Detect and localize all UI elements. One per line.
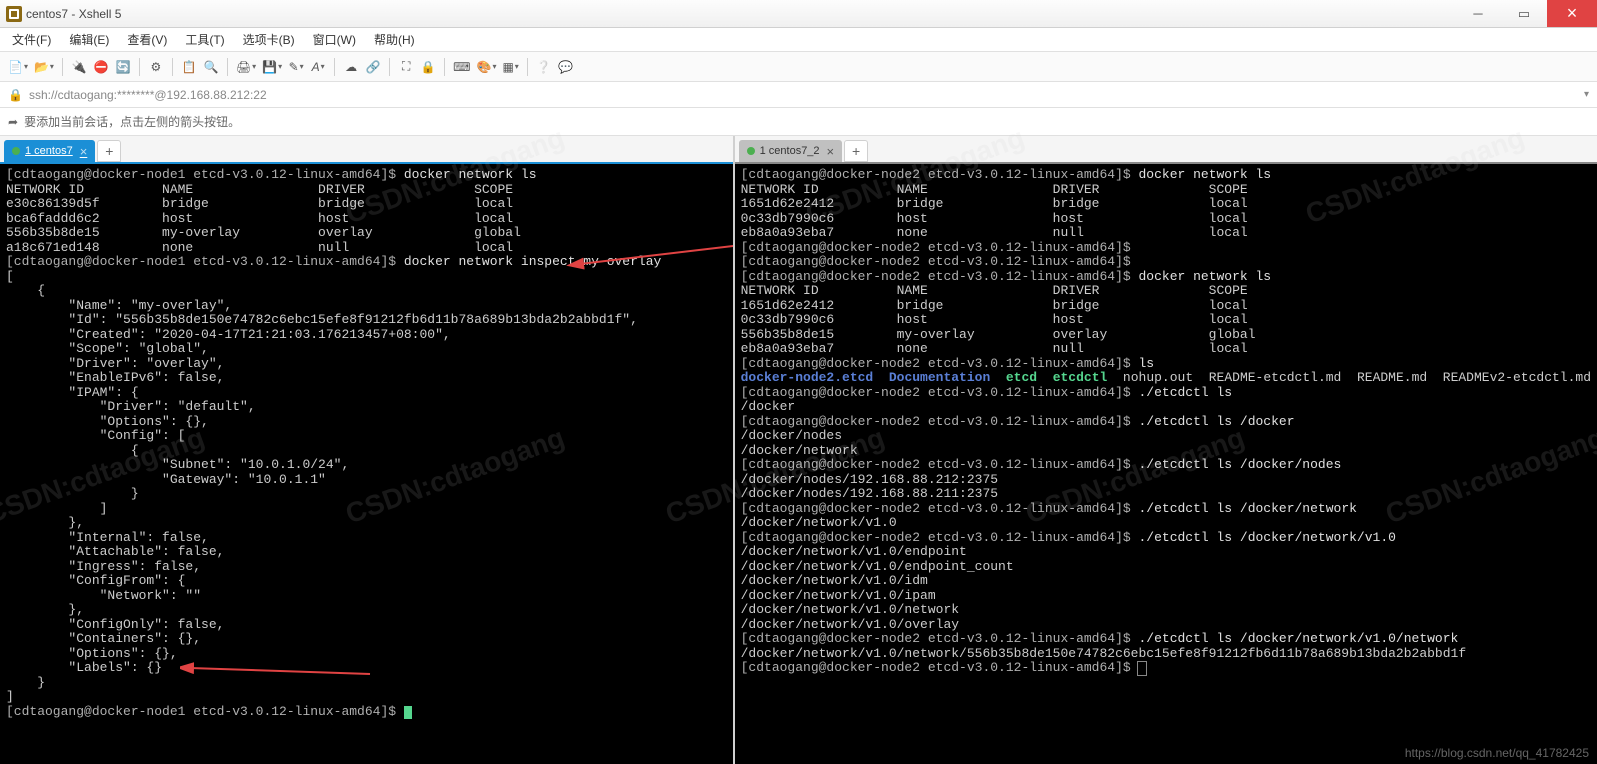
tab-close-icon[interactable]: × [80, 144, 88, 159]
properties-button[interactable]: ⚙ [146, 56, 166, 78]
address-dropdown[interactable]: ▾ [1584, 89, 1589, 100]
left-tab-strip: 1 centos7 × + [0, 136, 733, 162]
font-button[interactable]: A▾ [308, 56, 328, 78]
workspace: 1 centos7 × + [cdtaogang@docker-node1 et… [0, 136, 1597, 764]
find-button[interactable]: 🔍 [201, 56, 221, 78]
keyboard-button[interactable]: ⌨ [451, 56, 472, 78]
save-button[interactable]: 💾▾ [260, 56, 284, 78]
copy-button[interactable]: 📋 [179, 56, 199, 78]
window-title: centos7 - Xshell 5 [26, 7, 121, 21]
cursor [404, 706, 412, 719]
cursor [1138, 662, 1146, 675]
tab-label: 1 centos7_2 [760, 145, 820, 157]
link-button[interactable]: 🔗 [363, 56, 383, 78]
palette-button[interactable]: 🎨▾ [474, 56, 498, 78]
footer-attribution: https://blog.csdn.net/qq_41782425 [1405, 746, 1589, 760]
tab-close-icon[interactable]: × [827, 144, 835, 159]
layout-button[interactable]: ▦▾ [500, 56, 520, 78]
menu-tools[interactable]: 工具(T) [177, 29, 232, 50]
menu-bar: 文件(F) 编辑(E) 查看(V) 工具(T) 选项卡(B) 窗口(W) 帮助(… [0, 28, 1597, 52]
arrow-icon[interactable]: ➦ [8, 115, 18, 129]
right-terminal[interactable]: [cdtaogang@docker-node2 etcd-v3.0.12-lin… [735, 162, 1597, 764]
tab-centos7-2[interactable]: 1 centos7_2 × [739, 140, 843, 162]
right-pane: 1 centos7_2 × + [cdtaogang@docker-node2 … [735, 136, 1597, 764]
hint-bar: ➦ 要添加当前会话，点击左侧的箭头按钮。 [0, 108, 1597, 136]
menu-view[interactable]: 查看(V) [119, 29, 175, 50]
open-session-button[interactable]: 📂▾ [32, 56, 56, 78]
lock-button[interactable]: 🔒 [418, 56, 438, 78]
status-dot-icon [12, 147, 20, 155]
disconnect-button[interactable]: ⛔ [91, 56, 111, 78]
lock-icon: 🔒 [8, 88, 23, 102]
menu-window[interactable]: 窗口(W) [305, 29, 364, 50]
hint-text: 要添加当前会话，点击左侧的箭头按钮。 [24, 113, 240, 130]
app-icon [6, 6, 22, 22]
address-text[interactable]: ssh://cdtaogang:********@192.168.88.212:… [29, 88, 1578, 102]
maximize-button[interactable]: ▭ [1501, 0, 1547, 27]
address-bar: 🔒 ssh://cdtaogang:********@192.168.88.21… [0, 82, 1597, 108]
connect-button[interactable]: 🔌 [69, 56, 89, 78]
help-button[interactable]: ❔ [534, 56, 554, 78]
annotation-arrow-1 [560, 244, 733, 294]
menu-tabs[interactable]: 选项卡(B) [235, 29, 303, 50]
status-dot-icon [747, 147, 755, 155]
new-session-button[interactable]: 📄▾ [6, 56, 30, 78]
menu-file[interactable]: 文件(F) [4, 29, 59, 50]
close-button[interactable]: × [1547, 0, 1597, 27]
tab-add-button[interactable]: + [844, 140, 868, 162]
left-pane: 1 centos7 × + [cdtaogang@docker-node1 et… [0, 136, 735, 764]
minimize-button[interactable]: ─ [1455, 0, 1501, 27]
tab-label: 1 centos7 [25, 145, 73, 157]
print-button[interactable]: 🖨▾ [234, 56, 258, 78]
tab-centos7[interactable]: 1 centos7 × [4, 140, 95, 162]
menu-help[interactable]: 帮助(H) [366, 29, 423, 50]
fullscreen-button[interactable]: ⛶ [396, 56, 416, 78]
tab-add-button[interactable]: + [97, 140, 121, 162]
left-terminal[interactable]: [cdtaogang@docker-node1 etcd-v3.0.12-lin… [0, 162, 733, 764]
highlight-button[interactable]: ✎▾ [286, 56, 306, 78]
menu-edit[interactable]: 编辑(E) [61, 29, 117, 50]
annotation-arrow-2 [180, 662, 380, 682]
chat-button[interactable]: 💬 [556, 56, 576, 78]
reconnect-button[interactable]: 🔄 [113, 56, 133, 78]
cloud-button[interactable]: ☁ [341, 56, 361, 78]
title-bar: centos7 - Xshell 5 ─ ▭ × [0, 0, 1597, 28]
right-tab-strip: 1 centos7_2 × + [735, 136, 1597, 162]
toolbar: 📄▾ 📂▾ 🔌 ⛔ 🔄 ⚙ 📋 🔍 🖨▾ 💾▾ ✎▾ A▾ ☁ 🔗 ⛶ 🔒 ⌨ … [0, 52, 1597, 82]
